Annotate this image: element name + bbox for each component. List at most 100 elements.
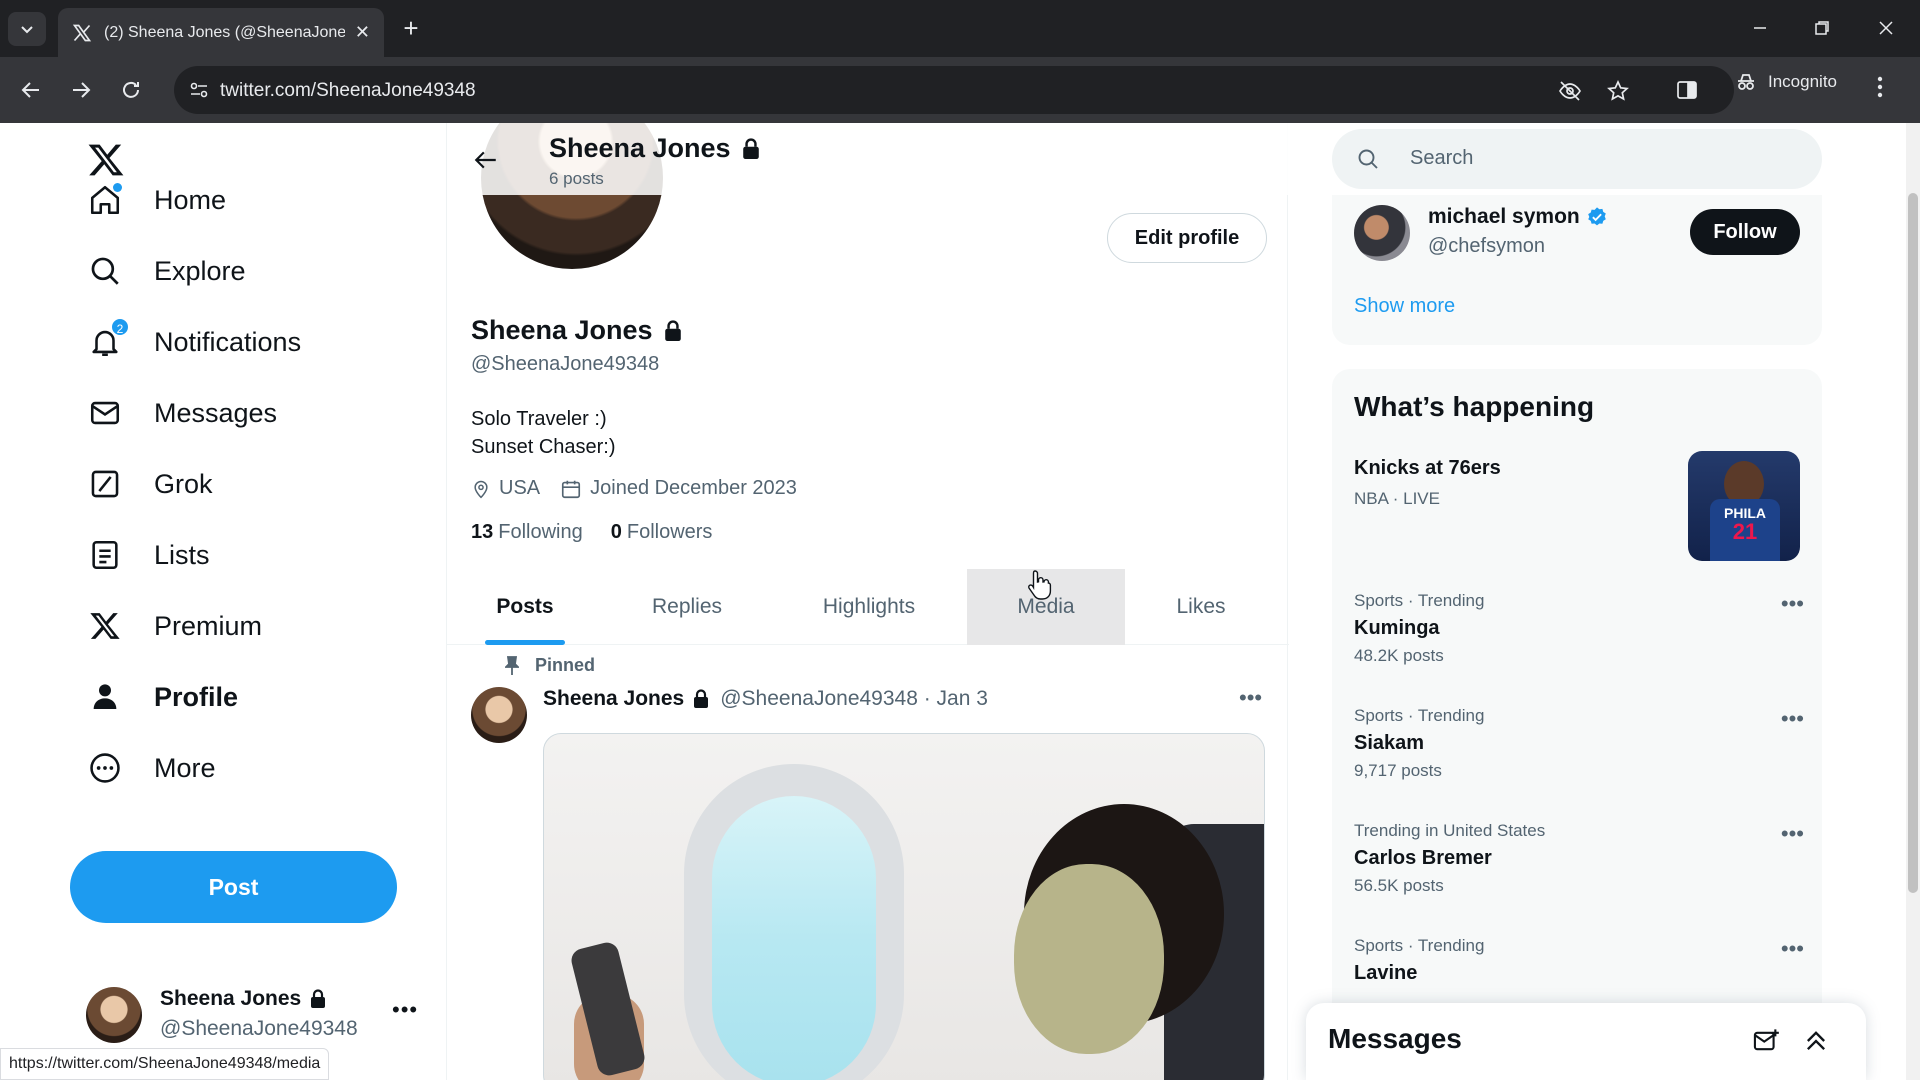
x-icon xyxy=(86,607,124,645)
notification-badge: 2 xyxy=(110,317,130,337)
live-event-subtitle: NBA · LIVE xyxy=(1354,489,1440,508)
tab-close-icon[interactable]: ✕ xyxy=(355,22,370,43)
messages-drawer[interactable]: Messages xyxy=(1306,1003,1866,1080)
trend-item[interactable]: Sports · Trending Kuminga 48.2K posts ••… xyxy=(1354,591,1804,691)
site-settings-icon[interactable] xyxy=(188,79,210,101)
tweet-media-image[interactable] xyxy=(543,733,1265,1080)
trend-title: Kuminga xyxy=(1354,617,1440,639)
forward-button[interactable] xyxy=(64,73,98,107)
nav-item-more[interactable]: More xyxy=(86,743,216,793)
trend-more-icon[interactable]: ••• xyxy=(1781,936,1804,962)
trend-item[interactable]: Sports · Trending Siakam 9,717 posts ••• xyxy=(1354,706,1804,806)
hand-cursor-icon xyxy=(1028,570,1052,600)
reload-button[interactable] xyxy=(114,73,148,107)
nav-item-premium[interactable]: Premium xyxy=(86,601,262,651)
joined-text: Joined December 2023 xyxy=(590,477,797,499)
nav-item-notifications[interactable]: 2 Notifications xyxy=(86,317,301,367)
new-message-icon[interactable] xyxy=(1752,1027,1780,1055)
tweet-author: Sheena Jones xyxy=(543,687,685,710)
back-arrow-icon[interactable] xyxy=(473,147,499,173)
nav-item-profile[interactable]: Profile xyxy=(86,672,238,722)
restore-button[interactable] xyxy=(1802,12,1842,44)
minimize-button[interactable] xyxy=(1740,12,1780,44)
tweet-more-icon[interactable]: ••• xyxy=(1239,685,1262,711)
incognito-label: Incognito xyxy=(1768,72,1837,91)
nav-item-messages[interactable]: Messages xyxy=(86,388,277,438)
tab-highlights[interactable]: Highlights xyxy=(771,569,967,645)
header-name: Sheena Jones xyxy=(549,133,731,163)
whats-happening: What’s happening Knicks at 76ers NBA · L… xyxy=(1332,369,1822,1080)
live-event-image[interactable]: PHILA 21 xyxy=(1688,451,1800,561)
x-logo-icon[interactable] xyxy=(86,141,126,179)
trend-count: 48.2K posts xyxy=(1354,646,1444,665)
trend-context: Sports · Trending xyxy=(1354,591,1485,610)
trend-more-icon[interactable]: ••• xyxy=(1781,821,1804,847)
followers-link[interactable]: 0 Followers xyxy=(611,521,713,544)
page-scrollbar[interactable] xyxy=(1906,123,1920,1080)
lock-icon xyxy=(664,319,681,341)
tweet-header: Sheena Jones @SheenaJone49348 · Jan 3 xyxy=(543,687,988,711)
browser-toolbar: twitter.com/SheenaJone49348 Incognito xyxy=(0,57,1920,123)
account-name: Sheena Jones xyxy=(160,987,302,1010)
status-bar-url: https://twitter.com/SheenaJone49348/medi… xyxy=(0,1048,330,1080)
trend-more-icon[interactable]: ••• xyxy=(1781,591,1804,617)
messages-drawer-title: Messages xyxy=(1328,1023,1462,1054)
tab-search-button[interactable] xyxy=(8,12,46,46)
back-button[interactable] xyxy=(14,73,48,107)
address-bar[interactable]: twitter.com/SheenaJone49348 xyxy=(174,66,1734,114)
post-button[interactable]: Post xyxy=(70,851,397,923)
suggested-user-name: michael symon xyxy=(1428,205,1580,228)
incognito-icon xyxy=(1738,74,1754,90)
trend-count: 9,717 posts xyxy=(1354,761,1442,780)
account-handle: @SheenaJone49348 xyxy=(160,1017,358,1040)
x-logo-icon xyxy=(72,24,92,41)
show-more-link[interactable]: Show more xyxy=(1354,295,1455,318)
tab-likes[interactable]: Likes xyxy=(1125,569,1277,645)
new-tab-button[interactable]: + xyxy=(396,14,426,44)
trend-context: Sports · Trending xyxy=(1354,936,1485,955)
edit-profile-button[interactable]: Edit profile xyxy=(1107,213,1267,263)
suggested-user-handle: @chefsymon xyxy=(1428,235,1546,257)
chevron-down-icon xyxy=(21,26,33,34)
bio-line: Solo Traveler :) xyxy=(471,408,607,430)
incognito-indicator[interactable]: Incognito xyxy=(1734,70,1837,94)
profile-name: Sheena Jones xyxy=(471,315,653,345)
search-icon xyxy=(86,252,124,290)
scrollbar-thumb[interactable] xyxy=(1908,193,1918,893)
player-jersey: PHILA 21 xyxy=(1710,499,1780,561)
nav-item-explore[interactable]: Explore xyxy=(86,246,246,296)
close-window-button[interactable] xyxy=(1866,12,1906,44)
trend-context: Trending in United States xyxy=(1354,821,1546,840)
tab-replies[interactable]: Replies xyxy=(603,569,771,645)
nav-label-explore: Explore xyxy=(154,255,246,286)
nav-item-lists[interactable]: Lists xyxy=(86,530,210,580)
eye-off-icon[interactable] xyxy=(1558,79,1582,103)
tweet-author-row[interactable]: Sheena Jones xyxy=(543,687,710,711)
kebab-menu-icon[interactable] xyxy=(1876,75,1884,99)
follow-button[interactable]: Follow xyxy=(1690,209,1800,255)
account-more-icon[interactable]: ••• xyxy=(392,997,418,1023)
chevron-up-double-icon[interactable] xyxy=(1802,1027,1830,1055)
suggested-user-name-row[interactable]: michael symon xyxy=(1428,205,1608,229)
tab-posts[interactable]: Posts xyxy=(447,569,603,645)
arrow-left-icon xyxy=(21,82,39,98)
profile-meta: USA Joined December 2023 xyxy=(471,477,817,500)
following-link[interactable]: 13 Following xyxy=(471,521,583,544)
avatar[interactable] xyxy=(471,687,527,743)
live-event-title[interactable]: Knicks at 76ers xyxy=(1354,457,1501,480)
nav-item-grok[interactable]: Grok xyxy=(86,459,213,509)
arrow-right-icon xyxy=(73,82,91,98)
lock-icon xyxy=(311,989,326,1008)
avatar[interactable] xyxy=(1354,205,1410,261)
side-panel-icon[interactable] xyxy=(1676,79,1698,101)
browser-tab[interactable]: (2) Sheena Jones (@SheenaJone49348) / X … xyxy=(58,8,384,57)
account-switcher[interactable]: Sheena Jones @SheenaJone49348 ••• xyxy=(86,983,418,1045)
star-icon[interactable] xyxy=(1606,79,1630,103)
profile-name-row: Sheena Jones xyxy=(471,315,683,346)
trend-title: Carlos Bremer xyxy=(1354,847,1492,869)
trend-item[interactable]: Trending in United States Carlos Bremer … xyxy=(1354,821,1804,921)
twitter-page: Home Explore 2 Notifications Messages Gr… xyxy=(0,123,1920,1080)
search-input[interactable]: Search xyxy=(1332,129,1822,189)
nav-item-home[interactable]: Home xyxy=(86,175,226,225)
trend-more-icon[interactable]: ••• xyxy=(1781,706,1804,732)
